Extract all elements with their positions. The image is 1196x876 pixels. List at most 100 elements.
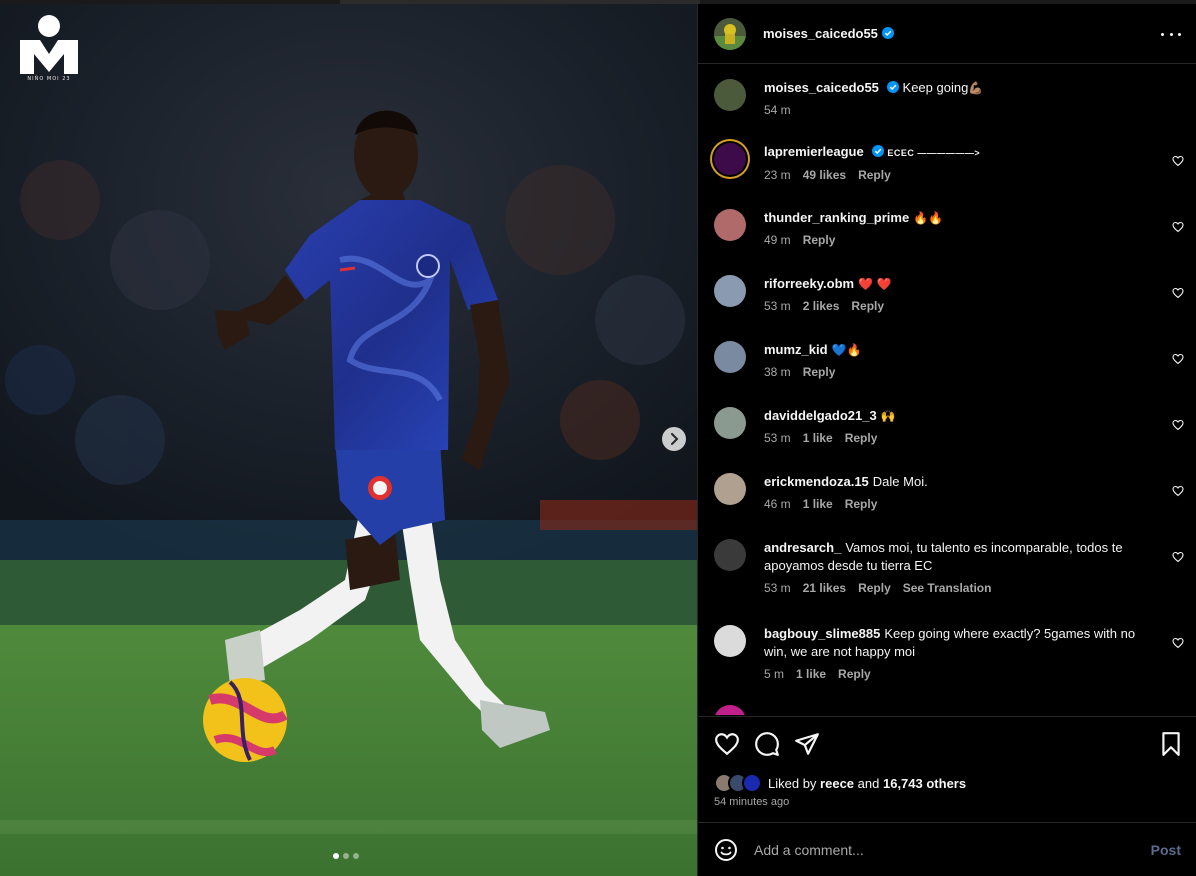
carousel-dot bbox=[333, 853, 339, 859]
reply-button[interactable]: Reply bbox=[858, 168, 891, 182]
comment-icon[interactable] bbox=[754, 731, 780, 757]
player-photo bbox=[0, 0, 697, 876]
logo-caption: NIÑO MOI 23 bbox=[27, 76, 71, 82]
like-comment-heart-icon[interactable] bbox=[1172, 155, 1184, 167]
commenter-avatar[interactable] bbox=[714, 275, 746, 307]
heart-icon[interactable] bbox=[714, 731, 740, 757]
comment-likes[interactable]: 2 likes bbox=[803, 299, 840, 313]
commenter-avatar[interactable] bbox=[714, 209, 746, 241]
comment-row: andresarch_ Vamos moi, tu talento es inco… bbox=[714, 539, 1184, 595]
comment-meta: 49 m Reply bbox=[764, 233, 1154, 247]
reply-button[interactable]: Reply bbox=[851, 299, 884, 313]
comment-likes[interactable]: 49 likes bbox=[803, 168, 846, 182]
commenter-avatar[interactable] bbox=[714, 407, 746, 439]
commenter-username[interactable]: mumz_kid bbox=[764, 342, 828, 357]
comment-text: bagbouy_slime885 Keep going where exactly… bbox=[764, 625, 1154, 661]
author-avatar[interactable] bbox=[714, 17, 746, 50]
reply-button[interactable]: Reply bbox=[803, 233, 836, 247]
commenter-avatar[interactable] bbox=[714, 79, 746, 111]
comment-body: riforreeky.obm ❤️ ❤️ 53 m 2 likes Reply bbox=[764, 275, 1154, 313]
comment-meta: 23 m 49 likes Reply bbox=[764, 168, 1154, 182]
commenter-username[interactable]: daviddelgado21_3 bbox=[764, 408, 877, 423]
reply-button[interactable]: Reply bbox=[803, 365, 836, 379]
comment-text: .............. bbox=[764, 705, 1154, 715]
action-bar: Liked by reece and 16,743 others 54 minu… bbox=[698, 716, 1196, 822]
reply-button[interactable]: Reply bbox=[838, 667, 871, 681]
comment-text: thunder_ranking_prime 🔥🔥 bbox=[764, 209, 1154, 227]
like-comment-heart-icon[interactable] bbox=[1172, 485, 1184, 497]
comment-meta: 54 m bbox=[764, 103, 1154, 117]
comment-message: Keep going bbox=[902, 80, 969, 95]
comment-meta: 38 m Reply bbox=[764, 365, 1154, 379]
comment-composer: Post bbox=[698, 822, 1196, 876]
comment-row: moises_caicedo55 Keep going💪🏽 54 m bbox=[714, 79, 1184, 117]
liked-by-and: and bbox=[857, 775, 880, 791]
comment-meta: 46 m 1 like Reply bbox=[764, 497, 1154, 511]
comment-row: lapremierleague ECEC ——————> 23 m 49 likes… bbox=[714, 143, 1184, 182]
comment-body: bagbouy_slime885 Keep going where exactly… bbox=[764, 625, 1154, 681]
comment-input[interactable] bbox=[754, 841, 1134, 858]
commenter-avatar[interactable] bbox=[714, 143, 746, 175]
commenter-username[interactable]: thunder_ranking_prime bbox=[764, 210, 909, 225]
commenter-username[interactable]: lapremierleague bbox=[764, 144, 864, 159]
comment-likes[interactable]: 1 like bbox=[803, 431, 833, 445]
post-comment-button[interactable]: Post bbox=[1151, 842, 1181, 858]
like-comment-heart-icon[interactable] bbox=[1172, 353, 1184, 365]
post-details-panel: moises_caicedo55 moises_caicedo55 Keep g… bbox=[697, 4, 1196, 876]
reply-button[interactable]: Reply bbox=[845, 497, 878, 511]
like-comment-heart-icon[interactable] bbox=[1172, 221, 1184, 233]
like-comment-heart-icon[interactable] bbox=[1172, 287, 1184, 299]
more-icon bbox=[1161, 32, 1164, 36]
author-username[interactable]: moises_caicedo55 bbox=[763, 26, 894, 41]
carousel-next-button[interactable] bbox=[662, 427, 686, 451]
more-icon-dot bbox=[1178, 32, 1181, 36]
comment-body: thunder_ranking_prime 🔥🔥 49 m Reply bbox=[764, 209, 1154, 247]
commenter-username[interactable]: bagbouy_slime885 bbox=[764, 626, 880, 641]
bookmark-icon[interactable] bbox=[1158, 731, 1184, 757]
comments-list[interactable]: moises_caicedo55 Keep going💪🏽 54 m lapremi… bbox=[698, 65, 1196, 715]
commenter-avatar[interactable] bbox=[714, 341, 746, 373]
comment-emoji: 💙🔥 bbox=[831, 343, 862, 357]
commenter-username[interactable]: erickmendoza.15 bbox=[764, 474, 869, 489]
comment-row: erickmendoza.15 Dale Moi. 46 m 1 like Reply bbox=[714, 473, 1184, 511]
commenter-username[interactable]: .............. bbox=[764, 706, 815, 715]
like-comment-heart-icon[interactable] bbox=[1172, 637, 1184, 649]
liked-by-text: Liked by reece and 16,743 others bbox=[768, 776, 966, 791]
emoji-icon[interactable] bbox=[714, 838, 738, 862]
like-comment-heart-icon[interactable] bbox=[1172, 419, 1184, 431]
comment-meta: 53 m 1 like Reply bbox=[764, 431, 1154, 445]
commenter-username[interactable]: moises_caicedo55 bbox=[764, 80, 879, 95]
comment-text: daviddelgado21_3 🙌 bbox=[764, 407, 1154, 425]
commenter-username[interactable]: riforreeky.obm bbox=[764, 276, 854, 291]
commenter-avatar[interactable] bbox=[714, 705, 746, 715]
share-icon[interactable] bbox=[794, 731, 820, 757]
like-comment-heart-icon[interactable] bbox=[1172, 551, 1184, 563]
reply-button[interactable]: Reply bbox=[858, 581, 891, 595]
post-header: moises_caicedo55 bbox=[698, 4, 1196, 64]
comment-likes[interactable]: 1 like bbox=[796, 667, 826, 681]
comment-text: moises_caicedo55 Keep going💪🏽 bbox=[764, 79, 1154, 97]
comment-likes[interactable]: 21 likes bbox=[803, 581, 846, 595]
comment-row: bagbouy_slime885 Keep going where exactly… bbox=[714, 625, 1184, 681]
reply-button[interactable]: Reply bbox=[845, 431, 878, 445]
commenter-avatar[interactable] bbox=[714, 539, 746, 571]
post-media[interactable]: NIÑO MOI 23 bbox=[0, 0, 697, 876]
commenter-username[interactable]: andresarch_ bbox=[764, 540, 841, 555]
comment-body: daviddelgado21_3 🙌 53 m 1 like Reply bbox=[764, 407, 1154, 445]
comment-likes[interactable]: 1 like bbox=[803, 497, 833, 511]
liked-by-user-link[interactable]: reece bbox=[820, 776, 854, 791]
comment-meta: 53 m 21 likes Reply See Translation bbox=[764, 581, 1154, 595]
comment-time: 46 m bbox=[764, 497, 791, 511]
comment-time: 5 m bbox=[764, 667, 785, 681]
comment-text: mumz_kid 💙🔥 bbox=[764, 341, 1154, 359]
post-timestamp[interactable]: 54 minutes ago bbox=[714, 796, 789, 808]
see-translation-button[interactable]: See Translation bbox=[903, 581, 992, 595]
commenter-avatar[interactable] bbox=[714, 473, 746, 505]
progress-track bbox=[0, 0, 1196, 4]
more-options-button[interactable] bbox=[1161, 24, 1181, 44]
commenter-avatar[interactable] bbox=[714, 625, 746, 657]
liked-by-others-link[interactable]: 16,743 others bbox=[883, 776, 966, 791]
comment-meta: 53 m 2 likes Reply bbox=[764, 299, 1154, 313]
comment-body: erickmendoza.15 Dale Moi. 46 m 1 like Reply bbox=[764, 473, 1154, 511]
comment-text: riforreeky.obm ❤️ ❤️ bbox=[764, 275, 1154, 293]
